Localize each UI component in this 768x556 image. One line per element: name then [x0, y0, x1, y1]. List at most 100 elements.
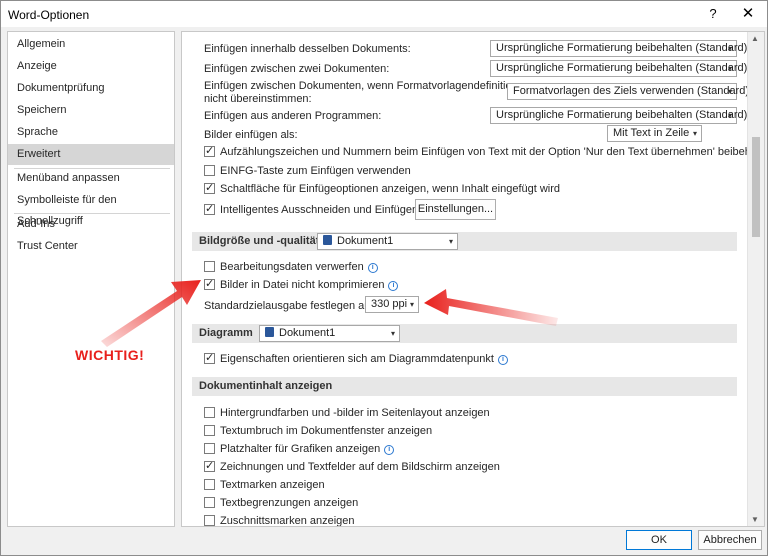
insert-pictures-label: Bilder einfügen als: — [204, 129, 298, 141]
checkmark-icon: ✓ — [205, 352, 215, 364]
ok-button[interactable]: OK — [626, 530, 692, 550]
picture-placeholders-text: Platzhalter für Grafiken anzeigen — [220, 443, 381, 455]
checkmark-icon: ✓ — [205, 460, 215, 472]
chart-document-value: Dokument1 — [279, 327, 336, 339]
text-wrap-checkbox[interactable] — [204, 425, 215, 436]
smart-cut-paste-checkbox[interactable]: ✓ — [204, 203, 215, 215]
chevron-down-icon: ▾ — [727, 87, 732, 96]
checkmark-icon: ✓ — [205, 203, 215, 215]
window-title: Word-Optionen — [8, 8, 90, 22]
picture-placeholders-label: Platzhalter für Grafiken anzeigen i — [220, 443, 395, 455]
info-icon[interactable]: i — [367, 263, 378, 273]
section-show-content-title: Dokumentinhalt anzeigen — [199, 380, 333, 392]
sidebar-item-allgemein[interactable]: Allgemein — [8, 34, 174, 55]
paste-other-programs-label: Einfügen aus anderen Programmen: — [204, 110, 382, 122]
scrollbar-thumb[interactable] — [752, 137, 760, 237]
paste-same-doc-label: Einfügen innerhalb desselben Dokuments: — [204, 43, 411, 55]
paste-options-button-checkbox[interactable]: ✓ — [204, 182, 215, 194]
paste-between-docs-select[interactable]: Ursprüngliche Formatierung beibehalten (… — [490, 60, 747, 77]
ppi-select[interactable]: 330 ppi ▾ — [365, 296, 419, 313]
sidebar-item-sprache[interactable]: Sprache — [8, 122, 174, 143]
discard-edit-data-label: Bearbeitungsdaten verwerfen i — [220, 261, 378, 273]
bg-colors-label: Hintergrundfarben und -bilder im Seitenl… — [220, 407, 490, 419]
chart-document-select[interactable]: Dokument1 ▾ — [259, 325, 400, 342]
crop-marks-checkbox[interactable] — [204, 515, 215, 526]
section-show-content: Dokumentinhalt anzeigen — [192, 377, 737, 396]
close-button[interactable]: ✕ — [735, 4, 761, 24]
smart-cut-paste-text: Intelligentes Ausschneiden und Einfügen — [220, 204, 419, 216]
image-size-document-select[interactable]: Dokument1 ▾ — [317, 233, 458, 250]
options-panel: Einfügen innerhalb desselben Dokuments: … — [181, 31, 765, 527]
title-bar: Word-Optionen ? ✕ — [1, 1, 767, 27]
sidebar-item-anzeige[interactable]: Anzeige — [8, 56, 174, 77]
drawings-checkbox[interactable]: ✓ — [204, 460, 215, 472]
chart-properties-label: Eigenschaften orientieren sich am Diagra… — [220, 353, 508, 365]
bg-colors-checkbox[interactable] — [204, 407, 215, 418]
text-wrap-label: Textumbruch im Dokumentfenster anzeigen — [220, 425, 433, 437]
discard-edit-data-text: Bearbeitungsdaten verwerfen — [220, 261, 364, 273]
vertical-scrollbar[interactable]: ▲ ▼ — [747, 32, 764, 526]
insert-key-checkbox[interactable] — [204, 165, 215, 176]
paste-style-conflict-label-2: nicht übereinstimmen: — [204, 93, 312, 105]
help-button[interactable]: ? — [701, 4, 725, 24]
info-icon[interactable]: i — [388, 281, 399, 291]
paste-same-doc-value: Ursprüngliche Formatierung beibehalten (… — [496, 42, 748, 54]
scroll-up-icon[interactable]: ▲ — [751, 34, 759, 43]
keep-bullets-checkbox[interactable]: ✓ — [204, 145, 215, 157]
annotation-wichtig: WICHTIG! — [75, 347, 145, 363]
text-boundaries-checkbox[interactable] — [204, 497, 215, 508]
paste-style-conflict-select[interactable]: Formatvorlagen des Ziels verwenden (Stan… — [507, 83, 749, 100]
keep-bullets-label: Aufzählungszeichen und Nummern beim Einf… — [220, 146, 765, 158]
chart-properties-checkbox[interactable]: ✓ — [204, 352, 215, 364]
settings-button[interactable]: Einstellungen... — [415, 199, 496, 220]
image-size-document-value: Dokument1 — [337, 235, 394, 247]
no-compress-label: Bilder in Datei nicht komprimieren i — [220, 279, 399, 291]
smart-cut-paste-label: Intelligentes Ausschneiden und Einfügeni — [220, 204, 433, 216]
paste-other-programs-value: Ursprüngliche Formatierung beibehalten (… — [496, 109, 748, 121]
paste-between-docs-value: Ursprüngliche Formatierung beibehalten (… — [496, 62, 748, 74]
sidebar-item-speichern[interactable]: Speichern — [8, 100, 174, 121]
sidebar-item-schnellzugriff[interactable]: Symbolleiste für den Schnellzugriff — [8, 190, 174, 227]
chevron-down-icon: ▾ — [727, 44, 732, 53]
bookmarks-label: Textmarken anzeigen — [220, 479, 325, 491]
no-compress-text: Bilder in Datei nicht komprimieren — [220, 279, 385, 291]
sidebar-item-trustcenter[interactable]: Trust Center — [8, 236, 174, 257]
paste-style-conflict-value: Formatvorlagen des Ziels verwenden (Stan… — [513, 85, 750, 97]
insert-key-label: EINFG-Taste zum Einfügen verwenden — [220, 165, 411, 177]
ppi-value: 330 ppi — [371, 298, 408, 310]
info-icon[interactable]: i — [497, 355, 508, 365]
section-chart-title: Diagramm — [199, 327, 253, 339]
bookmarks-checkbox[interactable] — [204, 479, 215, 490]
sidebar-nav: Allgemein Anzeige Dokumentprüfung Speich… — [7, 31, 175, 527]
picture-placeholders-checkbox[interactable] — [204, 443, 215, 454]
drawings-label: Zeichnungen und Textfelder auf dem Bilds… — [220, 461, 500, 473]
sidebar-item-erweitert[interactable]: Erweitert — [8, 144, 174, 165]
checkmark-icon: ✓ — [205, 182, 215, 194]
chevron-down-icon: ▾ — [448, 237, 453, 246]
dialog-window: Word-Optionen ? ✕ Allgemein Anzeige Doku… — [0, 0, 768, 556]
paste-style-conflict-label: Einfügen zwischen Dokumenten, wenn Forma… — [204, 80, 530, 92]
sidebar-item-menueband[interactable]: Menüband anpassen — [8, 168, 174, 189]
insert-pictures-select[interactable]: Mit Text in Zeile ▾ — [607, 125, 702, 142]
chevron-down-icon: ▾ — [409, 300, 414, 309]
paste-options-button-label: Schaltfläche für Einfügeoptionen anzeige… — [220, 183, 561, 195]
discard-edit-data-checkbox[interactable] — [204, 261, 215, 272]
sidebar-item-addins[interactable]: Add-Ins — [8, 214, 174, 235]
chevron-down-icon: ▾ — [692, 129, 697, 138]
no-compress-checkbox[interactable]: ✓ — [204, 278, 215, 290]
scroll-down-icon[interactable]: ▼ — [751, 515, 759, 524]
chart-properties-text: Eigenschaften orientieren sich am Diagra… — [220, 353, 494, 365]
paste-same-doc-select[interactable]: Ursprüngliche Formatierung beibehalten (… — [490, 40, 747, 57]
sidebar-item-dokumentpruefung[interactable]: Dokumentprüfung — [8, 78, 174, 99]
text-boundaries-label: Textbegrenzungen anzeigen — [220, 497, 359, 509]
info-icon[interactable]: i — [384, 445, 395, 455]
chevron-down-icon: ▾ — [390, 329, 395, 338]
checkmark-icon: ✓ — [205, 278, 215, 290]
section-image-size-title: Bildgröße und -qualität — [199, 235, 320, 247]
chevron-down-icon: ▾ — [727, 111, 732, 120]
document-icon — [265, 327, 274, 337]
chevron-down-icon: ▾ — [727, 64, 732, 73]
document-icon — [323, 235, 332, 245]
cancel-button[interactable]: Abbrechen — [698, 530, 762, 550]
paste-other-programs-select[interactable]: Ursprüngliche Formatierung beibehalten (… — [490, 107, 747, 124]
